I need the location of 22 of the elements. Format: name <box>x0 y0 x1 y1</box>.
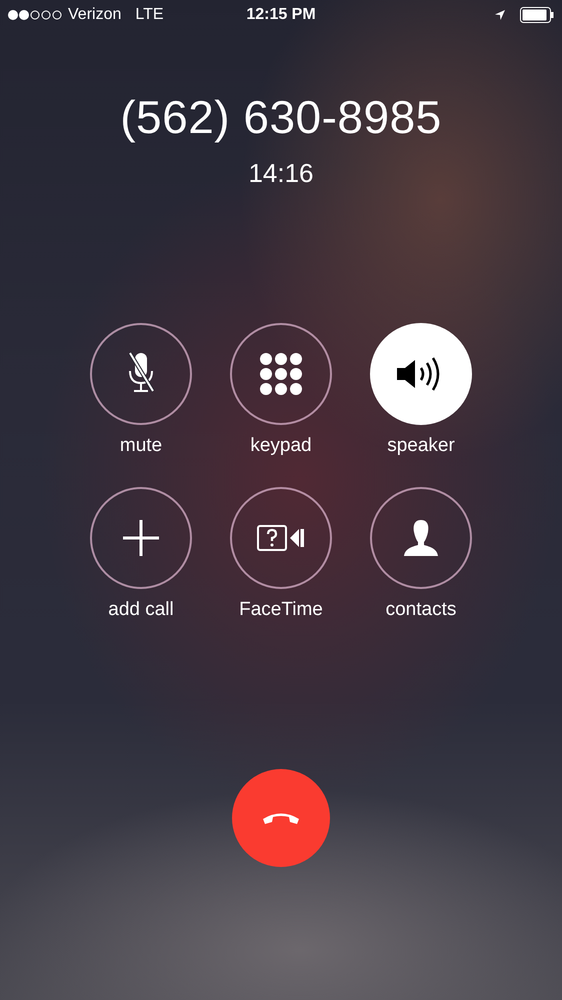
call-option-label: contacts <box>386 599 456 621</box>
call-duration: 14:16 <box>248 158 314 189</box>
call-option-label: FaceTime <box>239 599 323 621</box>
carrier-name: Verizon <box>68 6 122 24</box>
call-option-button[interactable] <box>230 487 332 589</box>
signal-strength-icon <box>8 10 62 20</box>
phone-number: (562) 630-8985 <box>120 90 442 144</box>
person-icon <box>401 518 441 558</box>
location-arrow-icon <box>494 9 506 21</box>
call-option-label: speaker <box>387 435 455 457</box>
keypad-icon <box>260 353 302 395</box>
call-option-label: add call <box>108 599 174 621</box>
call-option-button[interactable] <box>90 323 192 425</box>
call-option-label: mute <box>120 435 162 457</box>
status-time: 12:15 PM <box>246 6 316 24</box>
plus-icon <box>122 519 160 557</box>
call-option-label: keypad <box>250 435 312 457</box>
call-option-button[interactable] <box>370 487 472 589</box>
video-camera-icon <box>257 525 305 551</box>
network-type: LTE <box>135 6 164 24</box>
battery-icon <box>520 7 554 23</box>
call-option-button[interactable] <box>230 323 332 425</box>
